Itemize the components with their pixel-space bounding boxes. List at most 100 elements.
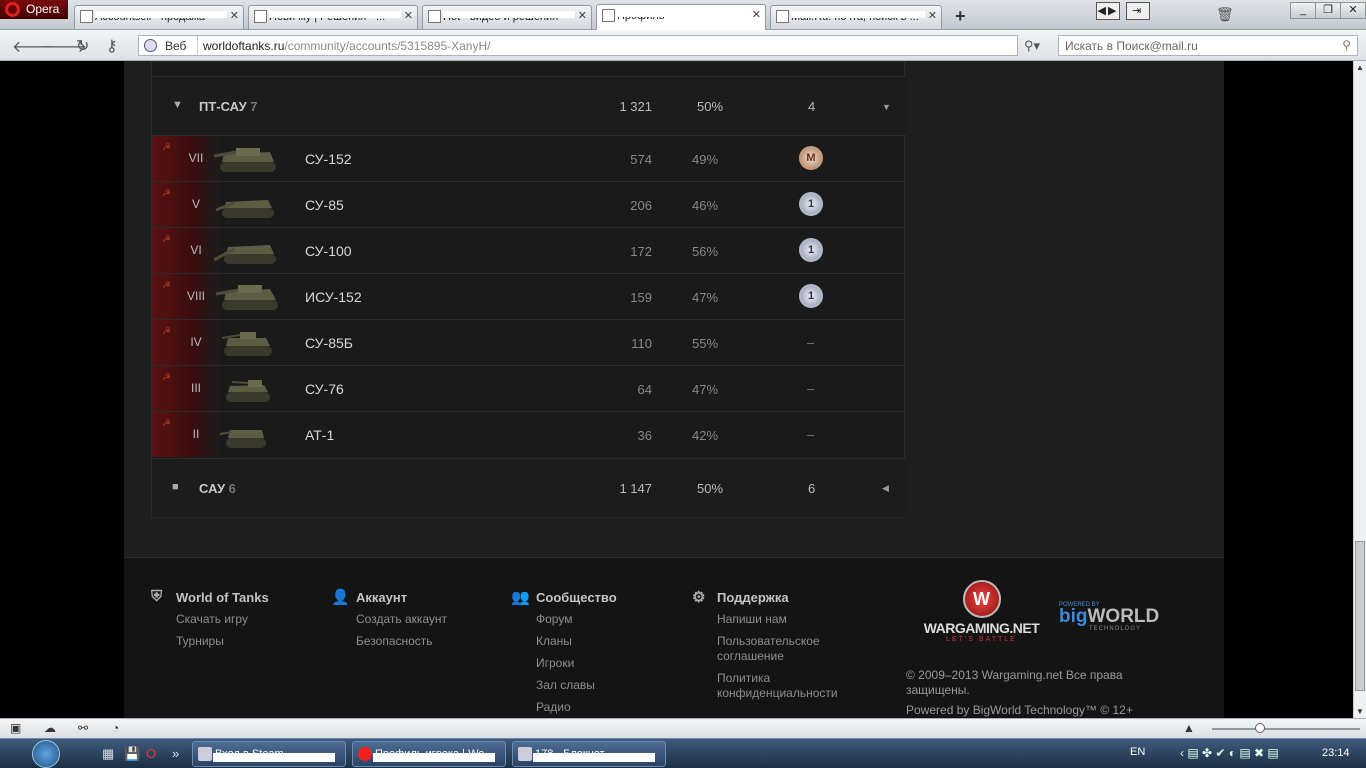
footer-link[interactable]: Скачать игру	[176, 612, 269, 627]
footer-heading: Сообщество	[536, 590, 617, 605]
system-tray-icons[interactable]: ‹ ▤ ✤ ✔ ◐ ▤ ✖ ▤	[1180, 746, 1279, 760]
footer-link[interactable]: Радио	[536, 700, 617, 715]
scroll-up-icon[interactable]: ▲	[1356, 63, 1364, 72]
zoom-up-icon[interactable]: ▲	[1183, 721, 1195, 735]
vehicle-battles: 206	[630, 198, 652, 213]
vehicle-name: СУ-100	[305, 243, 352, 259]
vehicle-row[interactable]: ☭ II АТ-1 36 42% –	[152, 411, 906, 457]
wargaming-logo[interactable]: W WARGAMING.NET LET'S BATTLE	[919, 580, 1044, 650]
desktop-icon[interactable]: ▦	[102, 746, 114, 762]
vehicle-row[interactable]: ☭ IV СУ-85Б 110 55% –	[152, 319, 906, 365]
vehicle-row[interactable]: ☭ VII СУ-152 574 49% M	[152, 135, 906, 181]
footer-col-wot: ⛨ World of Tanks Скачать игру Турниры	[151, 588, 269, 649]
tab-hot[interactable]: Hot - видео и решения✕	[422, 5, 592, 29]
start-button[interactable]	[32, 740, 60, 768]
more-icon[interactable]: »	[172, 746, 179, 761]
vehicle-battles: 36	[637, 428, 652, 443]
vehicle-row[interactable]: ☭ VI СУ-100 172 56% 1	[152, 227, 906, 273]
page-icon	[254, 10, 267, 23]
footer-link[interactable]: Кланы	[536, 634, 617, 649]
opera-icon[interactable]: O	[146, 746, 156, 761]
key-icon[interactable]: ⚷	[106, 36, 118, 56]
tab-mailru[interactable]: Mail.Ru: почта, поиск в ...✕	[770, 5, 942, 29]
tab-list-icon[interactable]: ⇥	[1125, 2, 1150, 20]
restore-button[interactable]: ❐	[1315, 2, 1341, 19]
vehicle-wins: 47%	[692, 382, 719, 397]
footer-link[interactable]: Создать аккаунт	[356, 612, 447, 627]
footer-col-community: 👥 Сообщество Форум Кланы Игроки Зал славы…	[511, 589, 617, 715]
zoom-slider-knob[interactable]	[1255, 723, 1265, 733]
taskbar-item-notepad[interactable]: 178 - Блокнот	[512, 741, 666, 767]
page-icon	[80, 10, 93, 23]
profile-page: ▼ ПТ-САУ 7 1 321 50% 4 ▼ ☭ VII СУ-152 57…	[124, 61, 1224, 718]
no-medal: –	[807, 427, 815, 442]
steam-icon	[198, 747, 212, 761]
zoom-slider[interactable]	[1212, 723, 1360, 733]
save-icon[interactable]: 💾	[124, 746, 140, 762]
taskbar-item-steam[interactable]: Вход в Steam	[192, 741, 346, 767]
tab-bar: Opera Accountsell - продажа✕ Новичку | Р…	[0, 0, 1366, 30]
tab-accountsell[interactable]: Accountsell - продажа✕	[74, 5, 244, 29]
opera-menu-button[interactable]: Opera	[0, 0, 68, 19]
close-icon[interactable]: ✕	[578, 9, 587, 22]
vehicle-stats-table: ▼ ПТ-САУ 7 1 321 50% 4 ▼ ☭ VII СУ-152 57…	[151, 61, 906, 518]
footer-col-account: 👤 Аккаунт Создать аккаунт Безопасность	[331, 589, 447, 649]
tank-icon	[214, 245, 276, 264]
new-tab-button[interactable]: +	[955, 6, 966, 27]
footer-heading: Поддержка	[717, 590, 789, 605]
close-icon[interactable]: ✕	[404, 9, 413, 22]
footer-link[interactable]: Пользовательское соглашение	[717, 634, 882, 664]
tank-icon	[215, 285, 278, 310]
vehicle-battles: 574	[630, 152, 652, 167]
chevron-left-icon: ◀	[882, 483, 889, 493]
tab-novichku[interactable]: Новичку | Решения - ...✕	[248, 5, 418, 29]
close-window-button[interactable]: ✕	[1340, 2, 1366, 19]
first-class-badge-icon: 1	[799, 192, 823, 216]
footer-link[interactable]: Политика конфиденциальности	[717, 671, 882, 701]
share-icon[interactable]: ⚯	[78, 721, 88, 735]
footer-link[interactable]: Напиши нам	[717, 612, 882, 627]
search-icon[interactable]: ⚲	[1342, 38, 1351, 52]
tier-label: III	[190, 381, 201, 395]
address-toolbar: 🡐 🡒 ↻ ⚷ Веб worldoftanks.ru/community/ac…	[0, 30, 1366, 61]
vehicle-row[interactable]: ☭ VIII ИСУ-152 159 47% 1	[152, 273, 906, 319]
search-engine-icon[interactable]: ⚲▾	[1024, 38, 1040, 54]
copyright-text: © 2009–2013 Wargaming.net Все права защи…	[906, 668, 1123, 697]
bigworld-logo[interactable]: POWERED BY bigWORLD TECHNOLOGY	[1059, 602, 1159, 632]
group-count: 7	[250, 99, 258, 114]
trash-icon[interactable]: 🗑	[1216, 6, 1234, 23]
scroll-down-icon[interactable]: ▼	[1356, 707, 1364, 716]
language-indicator[interactable]: EN	[1130, 746, 1145, 758]
footer-link[interactable]: Зал славы	[536, 678, 617, 693]
footer-link[interactable]: Игроки	[536, 656, 617, 671]
speed-dial-icon[interactable]: ◔	[112, 721, 119, 735]
cloud-icon[interactable]: ☁	[44, 721, 56, 735]
collapsed-square-icon: ■	[172, 481, 179, 493]
tab-scroll-icon[interactable]: ◀▶	[1096, 2, 1120, 20]
panel-toggle-icon[interactable]: ▣	[10, 721, 21, 735]
group-td[interactable]: ▼ ПТ-САУ 7 1 321 50% 4 ▼	[152, 77, 906, 135]
close-icon[interactable]: ✕	[230, 9, 239, 22]
footer-link[interactable]: Форум	[536, 612, 617, 627]
vehicle-row[interactable]: ☭ V СУ-85 206 46% 1	[152, 181, 906, 227]
minimize-button[interactable]: _	[1290, 2, 1316, 19]
tier-label: V	[191, 197, 200, 211]
reload-icon[interactable]: ↻	[76, 36, 89, 56]
address-field[interactable]: Веб worldoftanks.ru/community/accounts/5…	[138, 35, 1018, 56]
close-icon[interactable]: ✕	[752, 8, 761, 21]
scroll-thumb[interactable]	[1355, 541, 1365, 691]
vehicle-name: СУ-85	[305, 197, 344, 213]
footer-link[interactable]: Турниры	[176, 634, 269, 649]
vertical-scrollbar[interactable]: ▲ ▼	[1353, 61, 1366, 718]
tab-profile[interactable]: Профиль✕	[596, 4, 766, 30]
footer-link[interactable]: Безопасность	[356, 634, 447, 649]
group-spg[interactable]: ■ САУ 6 1 147 50% 6 ◀	[152, 458, 906, 516]
globe-icon	[144, 39, 157, 52]
vehicle-row[interactable]: ☭ III СУ-76 64 47% –	[152, 365, 906, 411]
group-count: 6	[228, 481, 236, 496]
group-wins: 50%	[697, 481, 724, 496]
url-path: /community/accounts/5315895-XanyH/	[284, 39, 491, 53]
search-input[interactable]: Искать в Поиск@mail.ru ⚲	[1058, 35, 1358, 56]
close-icon[interactable]: ✕	[928, 9, 937, 22]
taskbar-item-opera[interactable]: Профиль игрока | Wo...	[352, 741, 506, 767]
